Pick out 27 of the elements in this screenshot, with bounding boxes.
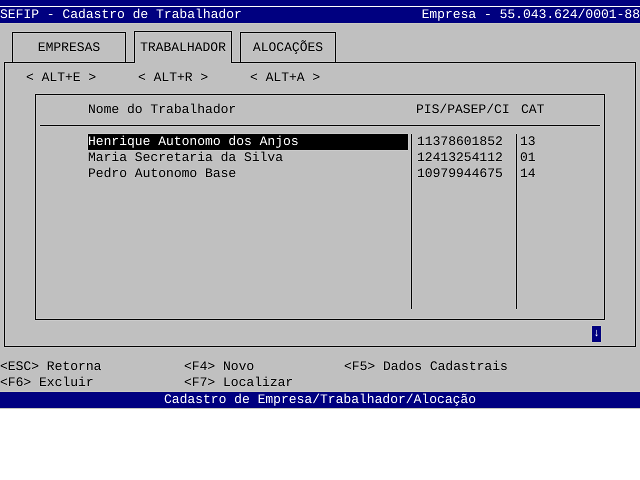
company-label: Empresa - 55.043.624/0001-88	[422, 7, 640, 23]
function-key-hint[interactable]: <F5> Dados Cadastrais	[344, 359, 544, 375]
table-cell: 14	[520, 166, 536, 182]
tab[interactable]: EMPRESAS	[12, 32, 126, 63]
column-header: Nome do Trabalhador	[87, 102, 238, 118]
worker-name[interactable]: Henrique Autonomo dos Anjos	[88, 134, 408, 150]
table-cell-text: 12413254112	[417, 150, 504, 166]
table-cell: 01	[520, 150, 536, 166]
status-bar: Cadastro de Empresa/Trabalhador/Alocação	[0, 392, 640, 408]
shortcut-link[interactable]: < ALT+R >	[138, 70, 250, 86]
column-header: PIS/PASEP/CI	[416, 102, 511, 118]
worker-name[interactable]: Pedro Autonomo Base	[88, 166, 408, 182]
function-key-hint[interactable]: <F4> Novo	[184, 359, 344, 375]
function-key-hint[interactable]: <F6> Excluir	[0, 375, 184, 391]
worker-name[interactable]: Maria Secretaria da Silva	[88, 150, 408, 166]
function-key-hint[interactable]: <ESC> Retorna	[0, 359, 184, 375]
table-cell-text: 11378601852	[417, 134, 504, 150]
shortcut-link[interactable]: < ALT+E >	[26, 70, 138, 86]
shortcut-link[interactable]: < ALT+A >	[250, 70, 362, 86]
window-title: SEFIP - Cadastro de Trabalhador	[0, 7, 242, 23]
table-cell-text: 10979944675	[417, 166, 504, 182]
scroll-indicator[interactable]: ↓	[592, 326, 601, 342]
table-cell: 13	[520, 134, 536, 150]
tab[interactable]: TRABALHADOR	[134, 31, 232, 63]
tab[interactable]: ALOCAÇÕES	[240, 32, 336, 63]
function-key-hint[interactable]: <F7> Localizar	[184, 375, 344, 391]
column-header: CAT	[521, 102, 546, 118]
